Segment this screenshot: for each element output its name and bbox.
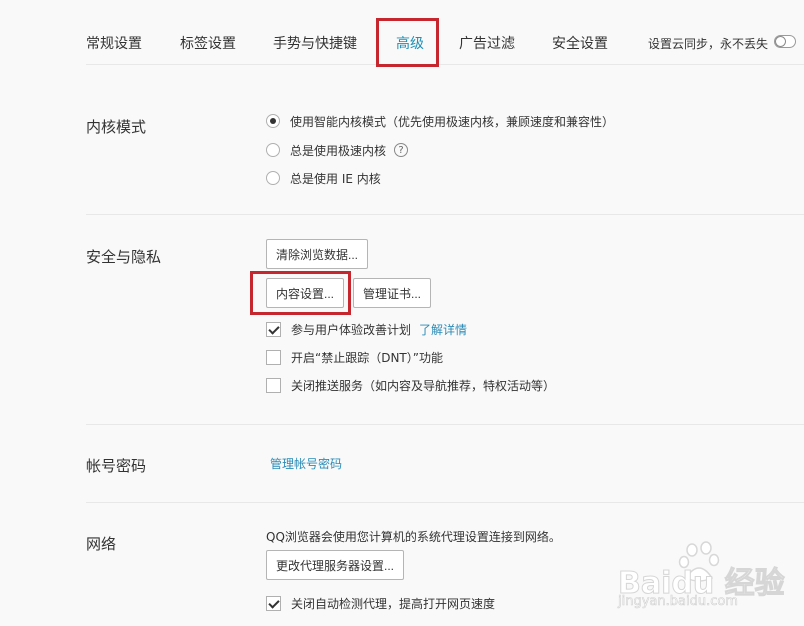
toggle-knob xyxy=(775,36,786,47)
radio-ie-kernel[interactable]: 总是使用 IE 内核 xyxy=(266,169,381,187)
checkbox-checked[interactable] xyxy=(266,595,281,611)
cloud-sync-label: 设置云同步，永不丢失 xyxy=(648,37,769,51)
section-title-kernel: 内核模式 xyxy=(86,118,147,136)
radio-button[interactable] xyxy=(266,143,280,157)
radio-speed-kernel[interactable]: 总是使用极速内核 ? xyxy=(266,141,409,159)
section-title-account: 帐号密码 xyxy=(86,457,147,475)
tab-tabs-settings[interactable]: 标签设置 xyxy=(180,33,236,53)
checkbox-disable-proxy-detect[interactable]: 关闭自动检测代理，提高打开网页速度 xyxy=(266,594,495,612)
tab-bar-divider xyxy=(86,64,804,65)
learn-more-link[interactable]: 了解详情 xyxy=(419,321,467,338)
tab-ad-filter[interactable]: 广告过滤 xyxy=(459,33,515,53)
checkbox-label: 参与用户体验改善计划 xyxy=(291,322,412,337)
manage-certificates-button[interactable]: 管理证书... xyxy=(353,278,431,308)
baidu-watermark: Baidu 经验 jingyan.baidu.com xyxy=(614,540,794,620)
checkbox-checked[interactable] xyxy=(266,321,281,337)
checkbox-label: 关闭自动检测代理，提高打开网页速度 xyxy=(291,596,496,611)
section-divider xyxy=(86,214,804,215)
checkbox-label: 开启“禁止跟踪（DNT）”功能 xyxy=(291,350,443,365)
radio-smart-kernel[interactable]: 使用智能内核模式（优先使用极速内核，兼顾速度和兼容性） xyxy=(266,112,614,130)
checkbox[interactable] xyxy=(266,377,281,393)
radio-button-checked[interactable] xyxy=(266,114,280,128)
highlight-box-advanced-tab xyxy=(376,18,439,67)
section-title-network: 网络 xyxy=(86,535,117,553)
checkbox-dnt[interactable]: 开启“禁止跟踪（DNT）”功能 xyxy=(266,348,443,366)
network-description: QQ浏览器会使用您计算机的系统代理设置连接到网络。 xyxy=(266,530,561,544)
highlight-box-content-settings xyxy=(250,271,351,315)
checkbox[interactable] xyxy=(266,349,281,365)
radio-label: 使用智能内核模式（优先使用极速内核，兼顾速度和兼容性） xyxy=(290,114,615,129)
tab-gestures-shortcuts[interactable]: 手势与快捷键 xyxy=(273,33,357,53)
change-proxy-settings-button[interactable]: 更改代理服务器设置... xyxy=(266,550,404,580)
checkbox-disable-push[interactable]: 关闭推送服务（如内容及导航推荐，特权活动等） xyxy=(266,376,555,394)
checkbox-ux-program[interactable]: 参与用户体验改善计划 了解详情 xyxy=(266,320,467,338)
cloud-sync-toggle[interactable] xyxy=(774,35,796,48)
section-divider xyxy=(86,424,804,425)
checkbox-label: 关闭推送服务（如内容及导航推荐，特权活动等） xyxy=(291,378,556,393)
tab-general[interactable]: 常规设置 xyxy=(86,33,142,53)
tab-security[interactable]: 安全设置 xyxy=(552,33,608,53)
help-icon[interactable]: ? xyxy=(394,143,409,157)
manage-passwords-link[interactable]: 管理帐号密码 xyxy=(270,455,342,472)
watermark-url: jingyan.baidu.com xyxy=(618,594,739,610)
radio-button[interactable] xyxy=(266,171,280,185)
radio-label: 总是使用极速内核 xyxy=(290,143,387,158)
watermark-text: Baidu 经验 xyxy=(618,566,786,602)
radio-label: 总是使用 IE 内核 xyxy=(290,171,381,186)
paw-logo-icon xyxy=(678,541,720,582)
section-divider xyxy=(86,502,804,503)
section-title-privacy: 安全与隐私 xyxy=(86,248,162,266)
clear-browsing-data-button[interactable]: 清除浏览数据... xyxy=(266,239,368,269)
